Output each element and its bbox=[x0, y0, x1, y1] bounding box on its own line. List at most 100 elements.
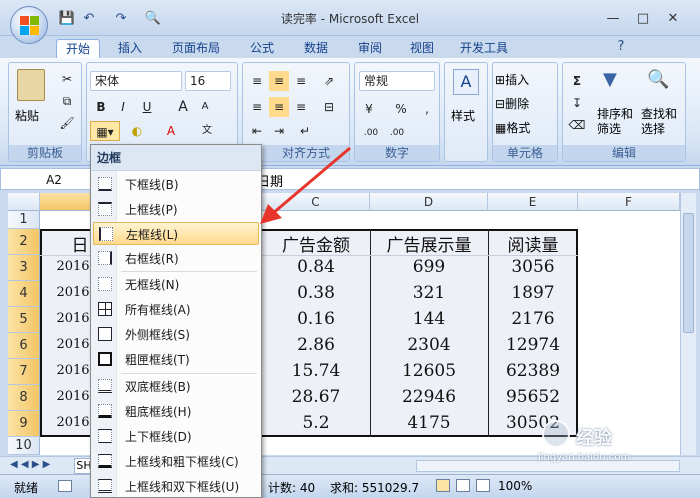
menu-item-thick-box-border[interactable]: 粗匣框线(T) bbox=[93, 348, 259, 371]
wrap-text-icon[interactable]: ↵ bbox=[295, 121, 315, 141]
orientation-icon[interactable]: ⇗ bbox=[319, 71, 339, 91]
paste-button[interactable]: 粘贴 bbox=[15, 107, 39, 124]
row-header-5[interactable]: 5 bbox=[8, 307, 40, 333]
menu-item-bottom-border[interactable]: 下框线(B) bbox=[93, 173, 259, 196]
font-size-select[interactable]: 16 bbox=[185, 71, 231, 91]
menu-item-left-border[interactable]: 左框线(L) bbox=[93, 222, 259, 245]
decrease-decimal-button[interactable]: .00 bbox=[385, 123, 409, 143]
delete-cells-button[interactable]: ⊟删除 bbox=[495, 95, 529, 112]
page-layout-view-icon[interactable] bbox=[456, 479, 470, 492]
tab-formulas[interactable]: 公式 bbox=[240, 39, 284, 59]
align-right-icon[interactable]: ≡ bbox=[291, 97, 311, 117]
menu-item-top-thick-bottom-border[interactable]: 上框线和粗下框线(C) bbox=[93, 450, 259, 473]
align-middle-icon[interactable]: ≡ bbox=[269, 71, 289, 91]
data-cell[interactable]: 2.86 bbox=[262, 335, 370, 355]
styles-button[interactable]: 样式 bbox=[451, 107, 475, 124]
cut-icon[interactable]: ✂ bbox=[57, 69, 77, 89]
name-box[interactable]: A2 bbox=[9, 171, 99, 189]
data-cell[interactable]: 2304 bbox=[370, 335, 488, 355]
data-cell[interactable]: 62389 bbox=[488, 361, 578, 381]
tab-developer[interactable]: 开发工具 bbox=[452, 39, 516, 59]
zoom-level[interactable]: 100% bbox=[498, 479, 532, 493]
sheet-nav-arrows-icon[interactable]: ◀ ◀ ▶ ▶ bbox=[10, 459, 50, 470]
vertical-scrollbar[interactable] bbox=[680, 193, 696, 455]
menu-item-thick-bottom-border[interactable]: 粗底框线(H) bbox=[93, 400, 259, 423]
insert-cells-button[interactable]: ⊞插入 bbox=[495, 71, 529, 88]
menu-item-top-bottom-border[interactable]: 上下框线(D) bbox=[93, 425, 259, 448]
maximize-icon[interactable]: □ bbox=[634, 10, 652, 28]
data-cell[interactable]: 15.74 bbox=[262, 361, 370, 381]
copy-icon[interactable]: ⧉ bbox=[57, 91, 77, 111]
row-header-6[interactable]: 6 bbox=[8, 333, 40, 359]
row-header-2[interactable]: 2 bbox=[8, 229, 40, 255]
number-format-select[interactable]: 常规 bbox=[359, 71, 435, 91]
data-cell[interactable]: 5.2 bbox=[262, 413, 370, 433]
data-cell[interactable]: 699 bbox=[370, 257, 488, 277]
column-header-d[interactable]: D bbox=[370, 193, 488, 211]
autosum-icon[interactable]: Σ bbox=[567, 71, 587, 91]
data-cell[interactable]: 144 bbox=[370, 309, 488, 329]
fill-icon[interactable]: ↧ bbox=[567, 93, 587, 113]
find-select-icon[interactable]: 🔍 bbox=[647, 69, 669, 91]
data-cell[interactable]: 1897 bbox=[488, 283, 578, 303]
data-cell[interactable]: 0.38 bbox=[262, 283, 370, 303]
underline-button[interactable]: U bbox=[137, 97, 157, 117]
align-bottom-icon[interactable]: ≡ bbox=[291, 71, 311, 91]
data-cell[interactable]: 95652 bbox=[488, 387, 578, 407]
tab-data[interactable]: 数据 bbox=[294, 39, 338, 59]
help-icon[interactable]: ? bbox=[612, 38, 630, 56]
data-cell[interactable]: 2176 bbox=[488, 309, 578, 329]
sort-filter-icon[interactable]: ▼ bbox=[603, 69, 625, 91]
sort-filter-button[interactable]: 排序和 筛选 bbox=[597, 107, 633, 137]
row-header-1[interactable]: 1 bbox=[8, 211, 40, 229]
normal-view-icon[interactable] bbox=[436, 479, 450, 492]
scroll-thumb[interactable] bbox=[683, 213, 694, 333]
data-cell[interactable]: 321 bbox=[370, 283, 488, 303]
page-break-view-icon[interactable] bbox=[476, 479, 490, 492]
column-header-e[interactable]: E bbox=[488, 193, 578, 211]
menu-item-double-bottom-border[interactable]: 双底框线(B) bbox=[93, 375, 259, 398]
tab-page-layout[interactable]: 页面布局 bbox=[164, 39, 228, 59]
menu-item-no-border[interactable]: 无框线(N) bbox=[93, 273, 259, 296]
align-left-icon[interactable]: ≡ bbox=[247, 97, 267, 117]
header-cell-ad-amount[interactable]: 广告金额 bbox=[262, 231, 370, 256]
row-header-3[interactable]: 3 bbox=[8, 255, 40, 281]
macro-record-icon[interactable] bbox=[58, 480, 72, 492]
row-header-9[interactable]: 9 bbox=[8, 411, 40, 437]
header-cell-impressions[interactable]: 广告展示量 bbox=[370, 231, 488, 256]
format-painter-icon[interactable]: 🖌 bbox=[57, 113, 77, 133]
menu-item-all-borders[interactable]: 所有框线(A) bbox=[93, 298, 259, 321]
menu-item-top-double-bottom-border[interactable]: 上框线和双下框线(U) bbox=[93, 475, 259, 498]
borders-dropdown-button[interactable]: ▦▾ bbox=[90, 121, 120, 141]
grow-font-button[interactable]: A bbox=[173, 97, 193, 117]
bold-button[interactable]: B bbox=[91, 97, 111, 117]
row-header-8[interactable]: 8 bbox=[8, 385, 40, 411]
data-cell[interactable]: 4175 bbox=[370, 413, 488, 433]
data-cell[interactable]: 0.16 bbox=[262, 309, 370, 329]
align-center-icon[interactable]: ≡ bbox=[269, 97, 289, 117]
find-select-button[interactable]: 查找和 选择 bbox=[641, 107, 677, 137]
phonetic-icon[interactable]: 文 bbox=[197, 121, 217, 141]
clear-icon[interactable]: ⌫ bbox=[567, 115, 587, 135]
comma-button[interactable]: , bbox=[417, 99, 437, 119]
data-cell[interactable]: 0.84 bbox=[262, 257, 370, 277]
menu-item-right-border[interactable]: 右框线(R) bbox=[93, 247, 259, 270]
header-cell-reads[interactable]: 阅读量 bbox=[488, 231, 578, 256]
tab-insert[interactable]: 插入 bbox=[108, 39, 152, 59]
paste-icon[interactable] bbox=[17, 69, 45, 101]
tab-review[interactable]: 审阅 bbox=[348, 39, 392, 59]
decrease-indent-icon[interactable]: ⇤ bbox=[247, 121, 267, 141]
data-cell[interactable]: 22946 bbox=[370, 387, 488, 407]
row-header-10[interactable]: 10 bbox=[8, 437, 40, 455]
fill-color-icon[interactable]: ◐ bbox=[127, 121, 147, 141]
column-header-f[interactable]: F bbox=[578, 193, 680, 211]
data-cell[interactable]: 3056 bbox=[488, 257, 578, 277]
menu-item-outside-borders[interactable]: 外侧框线(S) bbox=[93, 323, 259, 346]
row-header-4[interactable]: 4 bbox=[8, 281, 40, 307]
increase-indent-icon[interactable]: ⇥ bbox=[269, 121, 289, 141]
select-all-corner[interactable] bbox=[8, 193, 40, 211]
italic-button[interactable]: I bbox=[113, 97, 133, 117]
increase-decimal-button[interactable]: .00 bbox=[359, 123, 383, 143]
currency-icon[interactable]: ¥ bbox=[359, 99, 379, 119]
row-header-7[interactable]: 7 bbox=[8, 359, 40, 385]
